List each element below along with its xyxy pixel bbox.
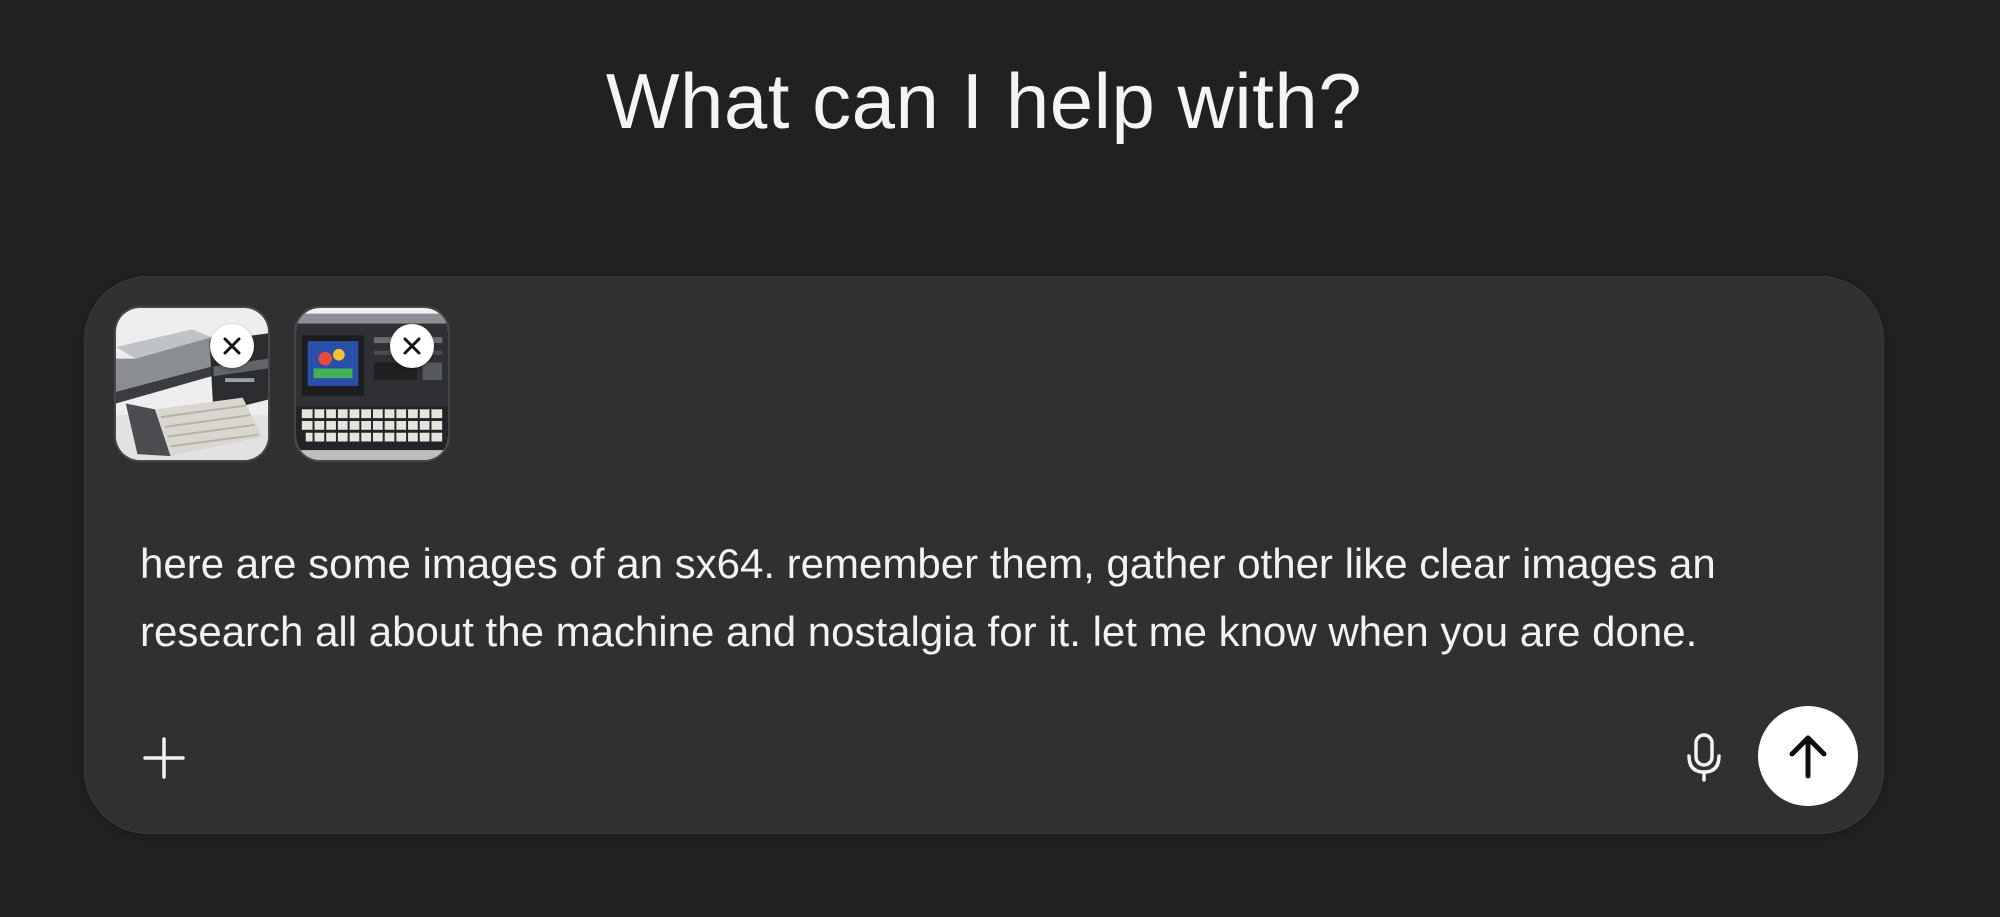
page-title: What can I help with? bbox=[605, 57, 1363, 145]
remove-attachment-button[interactable] bbox=[210, 324, 254, 368]
voice-input-button[interactable] bbox=[1674, 728, 1734, 788]
send-button[interactable] bbox=[1758, 706, 1858, 806]
close-icon bbox=[403, 337, 421, 355]
attachment-thumbnail[interactable] bbox=[114, 306, 270, 462]
prompt-input[interactable]: here are some images of an sx64. remembe… bbox=[140, 530, 1840, 666]
attachment-thumbnail[interactable] bbox=[294, 306, 450, 462]
add-attachment-button[interactable] bbox=[134, 728, 194, 788]
plus-icon bbox=[143, 737, 185, 779]
composer: here are some images of an sx64. remembe… bbox=[84, 276, 1884, 834]
attachment-list bbox=[114, 306, 450, 462]
arrow-up-icon bbox=[1789, 735, 1827, 779]
chat-home: What can I help with? here are some imag… bbox=[0, 0, 2000, 917]
microphone-icon bbox=[1687, 733, 1721, 782]
remove-attachment-button[interactable] bbox=[390, 324, 434, 368]
close-icon bbox=[223, 337, 241, 355]
